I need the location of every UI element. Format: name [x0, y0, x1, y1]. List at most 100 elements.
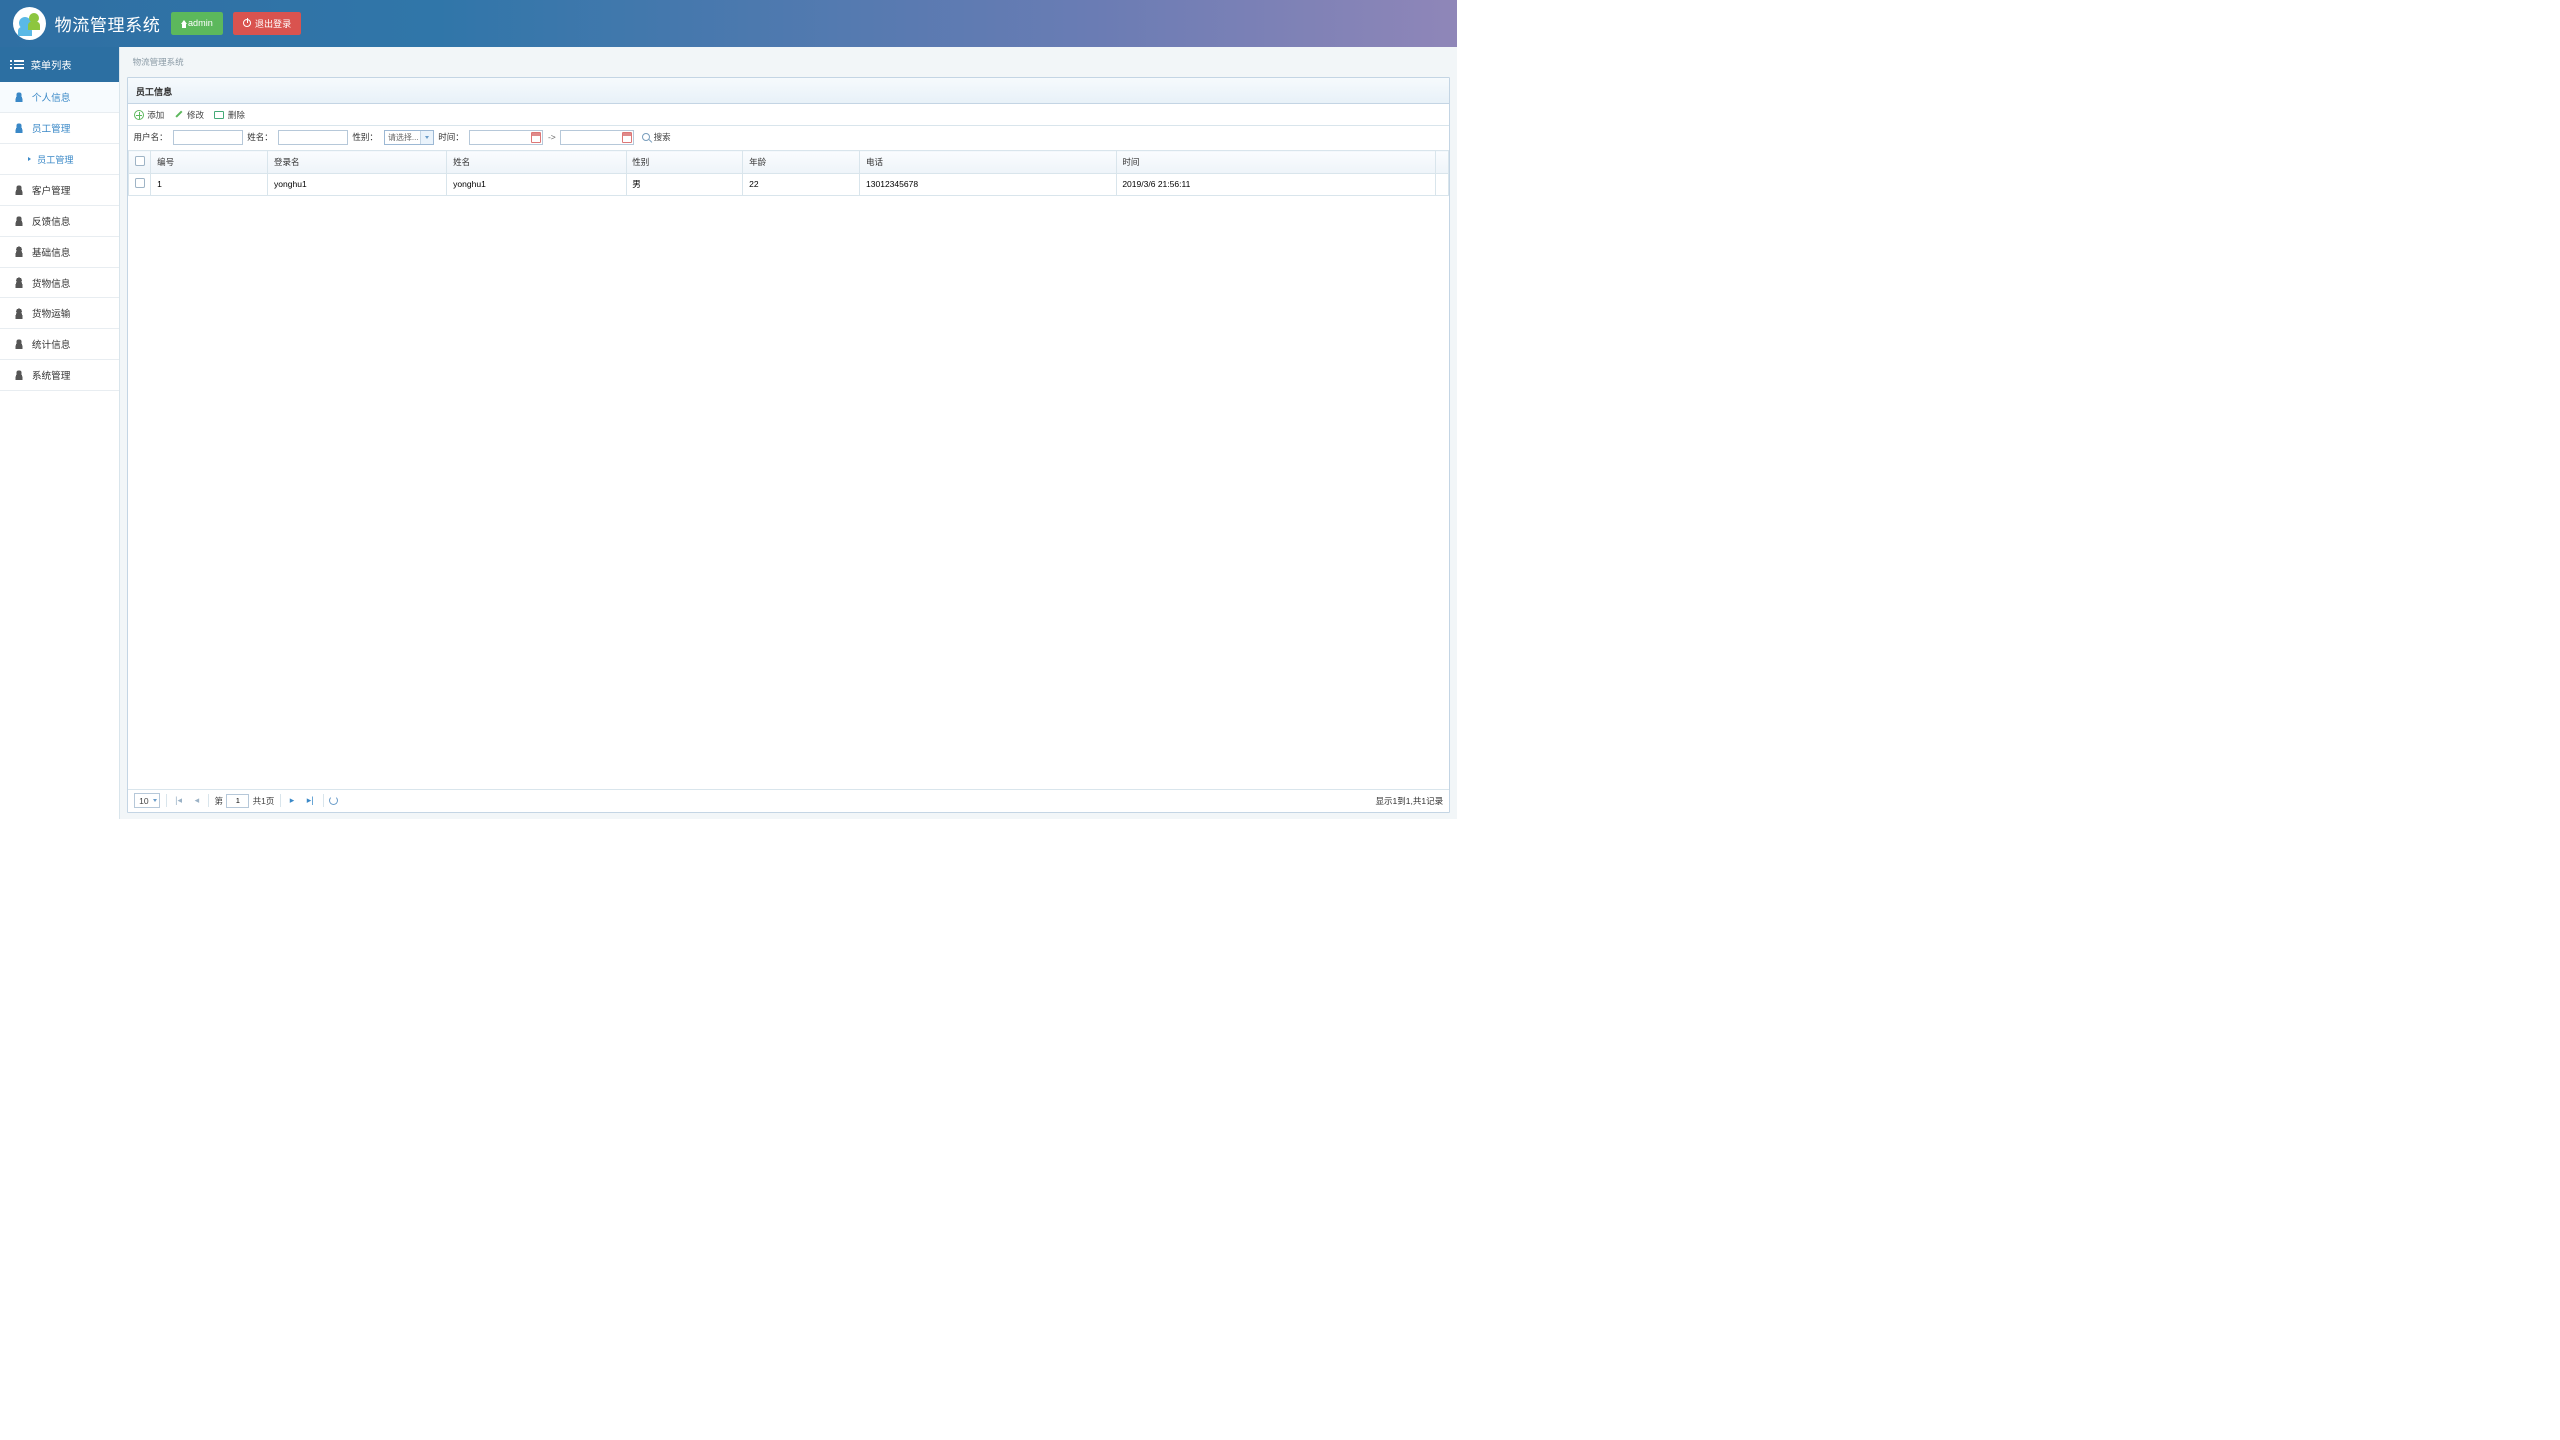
pager-last[interactable]: ▸| [303, 795, 317, 806]
page-size-select[interactable]: 10 [134, 793, 160, 808]
employee-table: 编号 登录名 姓名 性别 年龄 电话 时间 1 [128, 150, 1449, 196]
pager-separator [280, 794, 281, 807]
sidebar-item-label: 系统管理 [32, 368, 71, 382]
date-from-input[interactable] [469, 130, 543, 145]
edit-icon [174, 110, 183, 119]
sidebar-item-feedback[interactable]: 反馈信息 [0, 206, 119, 237]
delete-button[interactable]: 删除 [214, 109, 245, 121]
sidebar-sub-label: 员工管理 [37, 152, 73, 166]
panel-employee: 员工信息 添加 修改 删除 用户名： 姓名： [127, 77, 1450, 813]
add-button[interactable]: 添加 [134, 109, 165, 121]
row-checkbox[interactable] [135, 178, 145, 188]
sidebar-item-personal[interactable]: 个人信息 [0, 82, 119, 113]
add-label: 添加 [147, 109, 164, 121]
sidebar-item-label: 个人信息 [32, 90, 71, 104]
user-icon [14, 216, 24, 226]
sidebar-item-label: 员工管理 [32, 121, 71, 135]
col-id[interactable]: 编号 [151, 151, 268, 173]
delete-icon [214, 111, 224, 119]
list-icon [14, 58, 24, 70]
pager-page-area: 第 共1页 [215, 794, 275, 808]
search-label: 搜索 [654, 131, 671, 143]
sidebar-item-employee[interactable]: 员工管理 [0, 113, 119, 144]
sidebar-item-system[interactable]: 系统管理 [0, 360, 119, 391]
pager-next[interactable]: ▸ [286, 795, 297, 806]
pager-first[interactable]: |◂ [172, 795, 186, 806]
col-age[interactable]: 年龄 [743, 151, 860, 173]
app-title: 物流管理系统 [55, 11, 161, 36]
user-icon [14, 339, 24, 349]
sidebar: 菜单列表 个人信息 员工管理 员工管理 客户管理 反馈信息 基础信息 货物信息 [0, 47, 120, 820]
logout-label: 退出登录 [255, 16, 291, 30]
time-label: 时间： [438, 131, 464, 143]
col-spacer [1436, 151, 1449, 173]
page-size-value: 10 [139, 796, 148, 806]
calendar-icon [622, 132, 632, 142]
sidebar-sub-employee[interactable]: 员工管理 [0, 144, 119, 175]
edit-button[interactable]: 修改 [174, 109, 204, 121]
gender-selected: 请选择... [385, 132, 422, 143]
cell-phone: 13012345678 [860, 173, 1116, 195]
table-header-row: 编号 登录名 姓名 性别 年龄 电话 时间 [128, 151, 1448, 173]
select-all-checkbox[interactable] [135, 156, 145, 166]
pager-total: 共1页 [253, 795, 275, 807]
app-header: 物流管理系统 admin 退出登录 [0, 0, 1457, 47]
pager: 10 |◂ ◂ 第 共1页 ▸ ▸| 显示1到1,共1记录 [128, 789, 1449, 812]
col-gender[interactable]: 性别 [626, 151, 743, 173]
col-login[interactable]: 登录名 [268, 151, 447, 173]
user-icon [14, 123, 24, 133]
date-to-input[interactable] [560, 130, 634, 145]
sidebar-item-transport[interactable]: 货物运输 [0, 298, 119, 329]
sidebar-item-stats[interactable]: 统计信息 [0, 329, 119, 360]
user-icon [14, 185, 24, 195]
username-input[interactable] [173, 130, 242, 145]
main-content: 物流管理系统 员工信息 添加 修改 删除 用户名： [120, 47, 1457, 820]
name-label: 姓名： [247, 131, 273, 143]
sidebar-header: 菜单列表 [0, 47, 119, 82]
col-name[interactable]: 姓名 [447, 151, 626, 173]
caret-right-icon [28, 157, 31, 161]
refresh-icon[interactable] [329, 796, 338, 805]
col-time[interactable]: 时间 [1116, 151, 1436, 173]
user-icon [14, 246, 24, 256]
cell-gender: 男 [626, 173, 743, 195]
app-logo [13, 7, 46, 40]
col-phone[interactable]: 电话 [860, 151, 1116, 173]
logout-button[interactable]: 退出登录 [233, 12, 301, 35]
add-icon [134, 110, 144, 120]
sidebar-item-label: 基础信息 [32, 245, 71, 259]
sidebar-header-label: 菜单列表 [31, 57, 72, 72]
user-icon [14, 370, 24, 380]
sidebar-item-label: 货物运输 [32, 306, 71, 320]
gender-label: 性别： [352, 131, 378, 143]
pager-summary: 显示1到1,共1记录 [1375, 795, 1443, 807]
cell-spacer [1436, 173, 1449, 195]
filter-row: 用户名： 姓名： 性别： 请选择... 时间： -> 搜索 [128, 126, 1449, 150]
sidebar-item-label: 货物信息 [32, 276, 71, 290]
search-icon [642, 133, 650, 141]
sidebar-item-customer[interactable]: 客户管理 [0, 175, 119, 206]
sidebar-item-goods[interactable]: 货物信息 [0, 268, 119, 299]
pager-separator [208, 794, 209, 807]
gender-select[interactable]: 请选择... [384, 130, 434, 145]
range-separator: -> [548, 132, 556, 142]
name-input[interactable] [278, 130, 347, 145]
calendar-icon [531, 132, 541, 142]
cell-name: yonghu1 [447, 173, 626, 195]
pager-separator [166, 794, 167, 807]
admin-button[interactable]: admin [171, 12, 223, 35]
table-row[interactable]: 1 yonghu1 yonghu1 男 22 13012345678 2019/… [128, 173, 1448, 195]
user-icon [14, 308, 24, 318]
admin-label: admin [188, 18, 213, 28]
edit-label: 修改 [187, 109, 204, 121]
cell-login: yonghu1 [268, 173, 447, 195]
toolbar: 添加 修改 删除 [128, 104, 1449, 126]
power-icon [243, 19, 251, 27]
pager-prev[interactable]: ◂ [191, 795, 202, 806]
delete-label: 删除 [228, 109, 245, 121]
search-button[interactable]: 搜索 [642, 131, 670, 143]
sidebar-item-base[interactable]: 基础信息 [0, 237, 119, 268]
chevron-down-icon [153, 799, 157, 802]
pager-page-input[interactable] [226, 794, 249, 808]
user-icon [14, 92, 24, 102]
